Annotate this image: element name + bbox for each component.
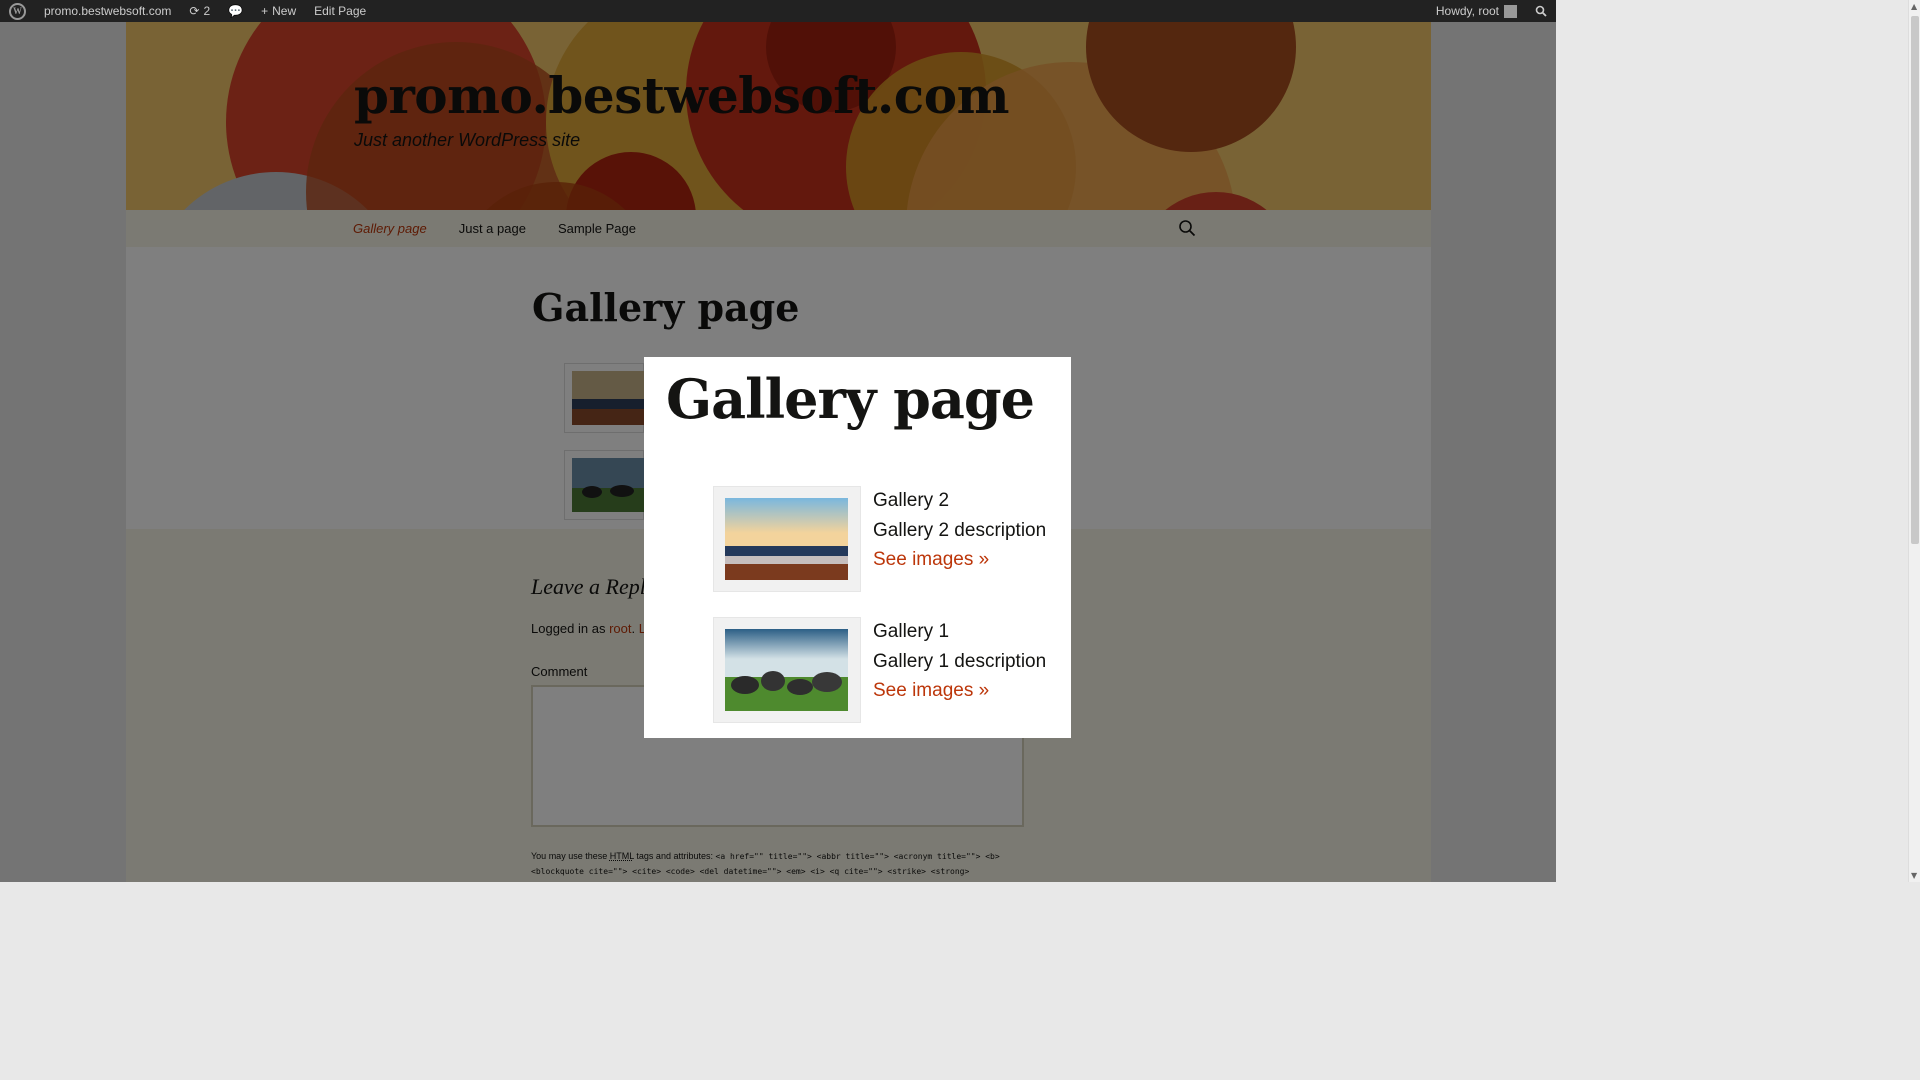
gallery-info: Gallery 1 Gallery 1 description See imag…: [873, 617, 1046, 706]
admin-bar-account[interactable]: Howdy, root: [1427, 0, 1526, 22]
updates-count: 2: [203, 4, 211, 18]
gallery-name: Gallery 2: [873, 490, 950, 511]
admin-bar-comments[interactable]: 💬: [219, 0, 252, 22]
gallery-info: Gallery 2 Gallery 2 description See imag…: [873, 486, 1046, 575]
wordpress-logo-menu[interactable]: W: [0, 0, 35, 22]
gallery-description: Gallery 1 description: [873, 650, 1047, 672]
new-label: New: [272, 4, 297, 18]
gallery-thumbnail[interactable]: [713, 617, 861, 723]
site-name-label: promo.bestwebsoft.com: [44, 4, 172, 18]
gallery-item: Gallery 1 Gallery 1 description See imag…: [713, 617, 1053, 723]
plus-icon: +: [261, 4, 269, 18]
see-images-link[interactable]: See images »: [873, 545, 1046, 575]
gallery-thumbnail[interactable]: [713, 486, 861, 592]
gallery-item: Gallery 2 Gallery 2 description See imag…: [713, 486, 1053, 592]
scroll-up-icon[interactable]: ▲: [1911, 2, 1917, 11]
see-images-link[interactable]: See images »: [873, 676, 1046, 706]
gallery-name: Gallery 1: [873, 621, 950, 642]
admin-bar-updates[interactable]: ⟳ 2: [180, 0, 219, 22]
scrollbar-thumb[interactable]: [1911, 16, 1919, 544]
lightbox-title: Gallery page: [666, 367, 1035, 431]
admin-bar: W promo.bestwebsoft.com ⟳ 2 💬 + New Edit…: [0, 0, 1556, 22]
search-icon: [1535, 5, 1547, 17]
wordpress-logo-icon: W: [9, 2, 26, 20]
gallery-lightbox: Gallery page Gallery 2 Gallery 2 descrip…: [644, 357, 1071, 738]
comment-bubble-icon: 💬: [228, 4, 244, 18]
scrollbar[interactable]: ▲ ▼: [1908, 0, 1920, 882]
admin-bar-new[interactable]: + New: [252, 0, 305, 22]
avatar: [1504, 4, 1517, 18]
edit-page-label: Edit Page: [314, 4, 367, 18]
admin-bar-search[interactable]: [1526, 0, 1556, 22]
howdy-label: Howdy, root: [1435, 4, 1499, 18]
updates-icon: ⟳: [189, 4, 200, 18]
scroll-down-icon[interactable]: ▼: [1911, 871, 1917, 880]
admin-bar-site-name[interactable]: promo.bestwebsoft.com: [35, 0, 180, 22]
gallery-description: Gallery 2 description: [873, 519, 1047, 541]
admin-bar-edit-page[interactable]: Edit Page: [305, 0, 375, 22]
